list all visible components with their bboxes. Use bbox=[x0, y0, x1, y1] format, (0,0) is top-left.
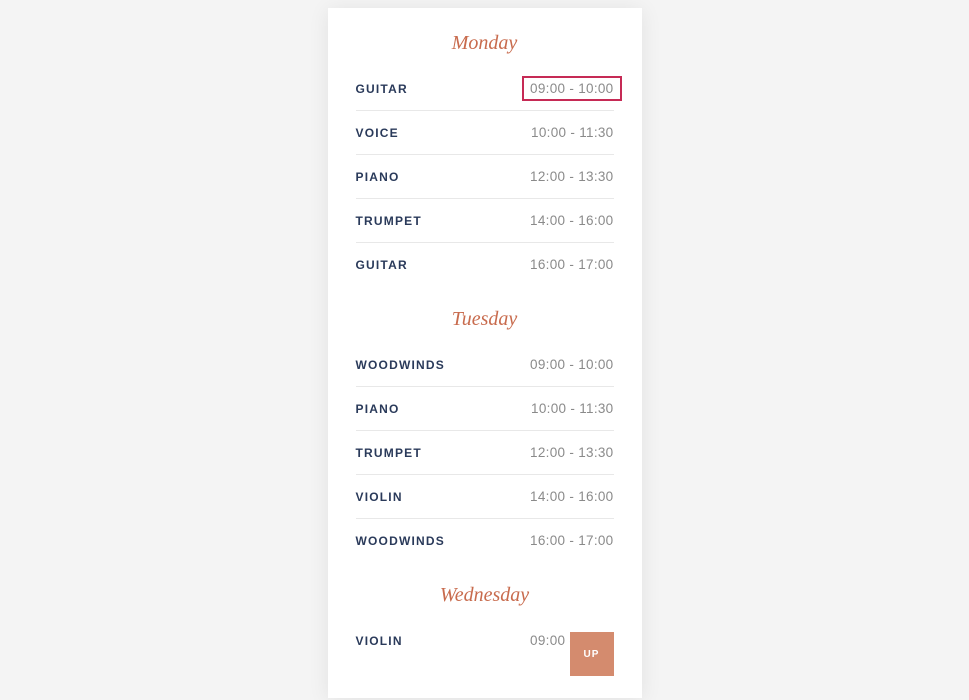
lesson-name: TRUMPET bbox=[356, 446, 422, 460]
lesson-name: GUITAR bbox=[356, 258, 408, 272]
schedule-row: VIOLIN 14:00 - 16:00 bbox=[356, 475, 614, 519]
lesson-name: TRUMPET bbox=[356, 214, 422, 228]
schedule-row: PIANO 12:00 - 13:30 bbox=[356, 155, 614, 199]
lesson-time: 10:00 - 11:30 bbox=[531, 401, 613, 416]
lesson-time: 12:00 - 13:30 bbox=[530, 169, 613, 184]
day-title: Tuesday bbox=[356, 308, 614, 331]
day-block-tuesday: Tuesday WOODWINDS 09:00 - 10:00 PIANO 10… bbox=[356, 308, 614, 562]
lesson-time: 16:00 - 17:00 bbox=[530, 257, 613, 272]
schedule-row: VOICE 10:00 - 11:30 bbox=[356, 111, 614, 155]
schedule-row: WOODWINDS 16:00 - 17:00 bbox=[356, 519, 614, 562]
lesson-name: VIOLIN bbox=[356, 634, 403, 648]
schedule-row: WOODWINDS 09:00 - 10:00 bbox=[356, 343, 614, 387]
lesson-name: WOODWINDS bbox=[356, 534, 445, 548]
lesson-time: 09:00 - 10:00 bbox=[530, 357, 613, 372]
day-title: Monday bbox=[356, 32, 614, 55]
lesson-time: 12:00 - 13:30 bbox=[530, 445, 613, 460]
day-title: Wednesday bbox=[356, 584, 614, 607]
schedule-row: TRUMPET 12:00 - 13:30 bbox=[356, 431, 614, 475]
schedule-row: PIANO 10:00 - 11:30 bbox=[356, 387, 614, 431]
lesson-name: VIOLIN bbox=[356, 490, 403, 504]
lesson-name: WOODWINDS bbox=[356, 358, 445, 372]
lesson-name: GUITAR bbox=[356, 82, 408, 96]
schedule-row: GUITAR 16:00 - 17:00 bbox=[356, 243, 614, 286]
schedule-row: TRUMPET 14:00 - 16:00 bbox=[356, 199, 614, 243]
lesson-time: 09:00 - 10:00 bbox=[522, 76, 621, 101]
lesson-time: 10:00 - 11:30 bbox=[531, 125, 613, 140]
day-block-monday: Monday GUITAR 09:00 - 10:00 VOICE 10:00 … bbox=[356, 32, 614, 286]
lesson-name: PIANO bbox=[356, 402, 400, 416]
schedule-card: Monday GUITAR 09:00 - 10:00 VOICE 10:00 … bbox=[328, 8, 642, 698]
lesson-name: PIANO bbox=[356, 170, 400, 184]
lesson-name: VOICE bbox=[356, 126, 399, 140]
scroll-up-button[interactable]: UP bbox=[570, 632, 614, 676]
schedule-row: GUITAR 09:00 - 10:00 bbox=[356, 67, 614, 111]
lesson-time: 16:00 - 17:00 bbox=[530, 533, 613, 548]
lesson-time: 14:00 - 16:00 bbox=[530, 489, 613, 504]
lesson-time: 14:00 - 16:00 bbox=[530, 213, 613, 228]
